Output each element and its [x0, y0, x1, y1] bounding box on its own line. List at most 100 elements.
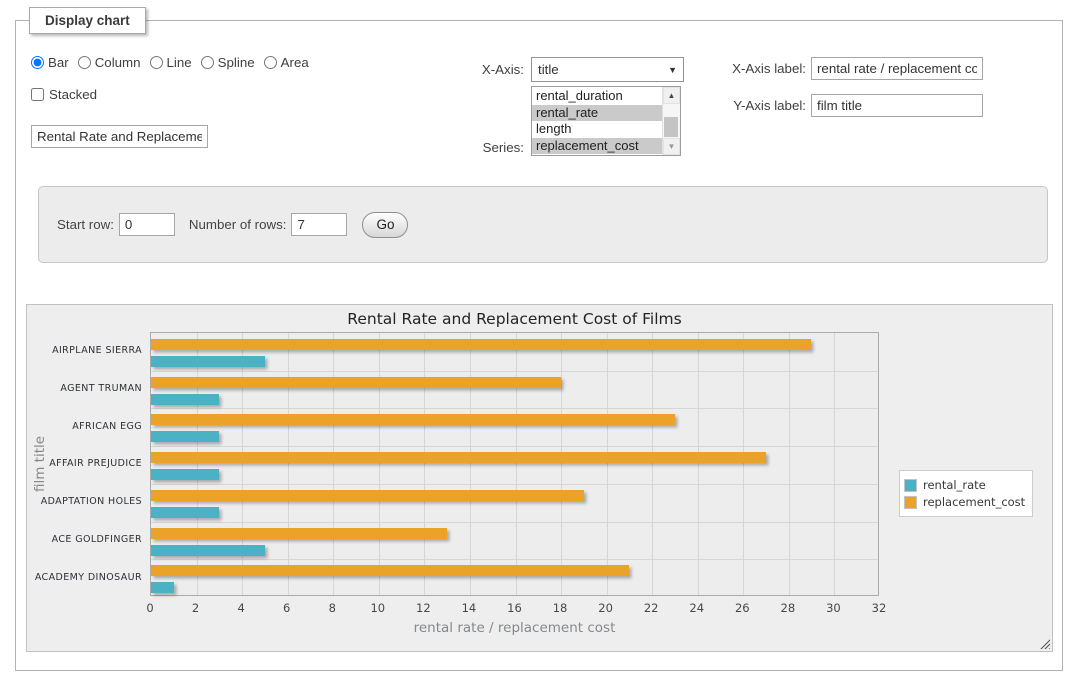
- gridline: [561, 333, 562, 595]
- x-tick-label: 10: [361, 601, 395, 615]
- x-tick-label: 4: [224, 601, 258, 615]
- gridline: [151, 522, 878, 523]
- y-axis-label-field-label: Y-Axis label:: [716, 98, 806, 113]
- x-axis-label-input[interactable]: [811, 57, 983, 80]
- x-tick-label: 20: [589, 601, 623, 615]
- gridline: [151, 371, 878, 372]
- series-scrollbar[interactable]: ▲ ▼: [662, 87, 680, 155]
- bar-replacement_cost: [151, 528, 447, 539]
- gridline: [789, 333, 790, 595]
- stacked-row: Stacked: [31, 87, 97, 102]
- series-option-length[interactable]: length: [532, 121, 663, 138]
- legend-label: replacement_cost: [923, 495, 1025, 509]
- plot-area: [150, 332, 879, 596]
- chart-type-radio-bar[interactable]: [31, 56, 44, 69]
- chart-type-bar: Bar: [31, 55, 69, 70]
- chart-container: Rental Rate and Replacement Cost of Film…: [26, 304, 1053, 652]
- chart-title: Rental Rate and Replacement Cost of Film…: [150, 310, 879, 328]
- chart-legend: rental_rate replacement_cost: [899, 470, 1033, 517]
- chart-type-line: Line: [150, 55, 192, 70]
- scroll-thumb[interactable]: [664, 117, 678, 137]
- bar-rental_rate: [151, 431, 219, 442]
- x-tick-label: 22: [634, 601, 668, 615]
- bar-rental_rate: [151, 545, 265, 556]
- gridline: [288, 333, 289, 595]
- x-tick-label: 18: [543, 601, 577, 615]
- bar-rental_rate: [151, 394, 219, 405]
- category-label: AFFAIR PREJUDICE: [27, 445, 142, 483]
- chart-type-column: Column: [78, 55, 141, 70]
- dropdown-arrow-icon: ▼: [668, 65, 677, 75]
- gridline: [516, 333, 517, 595]
- x-tick-label: 14: [452, 601, 486, 615]
- gridline: [698, 333, 699, 595]
- category-label: ACE GOLDFINGER: [27, 521, 142, 559]
- x-axis-title: rental rate / replacement cost: [150, 620, 879, 636]
- chart-type-label: Bar: [48, 55, 69, 70]
- chart-type-radio-spline[interactable]: [201, 56, 214, 69]
- gridline: [470, 333, 471, 595]
- series-option-rental_rate[interactable]: rental_rate: [532, 105, 663, 122]
- series-option-rental_duration[interactable]: rental_duration: [532, 88, 663, 105]
- gridline: [151, 408, 878, 409]
- chart-type-label: Column: [95, 55, 141, 70]
- go-button[interactable]: Go: [362, 212, 408, 238]
- gridline: [379, 333, 380, 595]
- category-label: AFRICAN EGG: [27, 407, 142, 445]
- chart-type-radio-column[interactable]: [78, 56, 91, 69]
- x-tick-label: 2: [179, 601, 213, 615]
- gridline: [151, 446, 878, 447]
- gridline: [652, 333, 653, 595]
- series-option-replacement_cost[interactable]: replacement_cost: [532, 138, 663, 155]
- bar-replacement_cost: [151, 377, 561, 388]
- start-row-input[interactable]: [119, 213, 175, 236]
- chart-type-label: Spline: [218, 55, 255, 70]
- legend-item: replacement_cost: [904, 495, 1025, 509]
- category-label: AGENT TRUMAN: [27, 370, 142, 408]
- x-axis-selected-value: title: [538, 62, 559, 77]
- chart-type-radio-area[interactable]: [264, 56, 277, 69]
- chart-type-radio-group: Bar Column Line Spline Area: [31, 55, 318, 70]
- legend-swatch: [904, 479, 917, 492]
- x-axis-select[interactable]: title ▼: [531, 57, 684, 82]
- rows-panel: Start row: Number of rows: Go: [38, 186, 1048, 263]
- gridline: [834, 333, 835, 595]
- chart-title-input[interactable]: [31, 125, 208, 148]
- x-tick-label: 6: [270, 601, 304, 615]
- x-axis-label-field-label: X-Axis label:: [716, 61, 806, 76]
- x-tick-label: 30: [816, 601, 850, 615]
- bar-replacement_cost: [151, 565, 629, 576]
- gridline: [607, 333, 608, 595]
- chart-type-spline: Spline: [201, 55, 255, 70]
- scroll-down-icon[interactable]: ▼: [663, 138, 680, 155]
- stacked-checkbox[interactable]: [31, 88, 44, 101]
- chart-type-radio-line[interactable]: [150, 56, 163, 69]
- x-axis-select-label: X-Axis:: [464, 62, 524, 77]
- bar-replacement_cost: [151, 339, 811, 350]
- chart-type-area: Area: [264, 55, 309, 70]
- category-label: ACADEMY DINOSAUR: [27, 558, 142, 596]
- scroll-up-icon[interactable]: ▲: [663, 87, 680, 104]
- gridline: [151, 559, 878, 560]
- series-label: Series:: [464, 140, 524, 155]
- bar-rental_rate: [151, 582, 174, 593]
- bar-replacement_cost: [151, 452, 766, 463]
- legend-swatch: [904, 496, 917, 509]
- chart-type-label: Area: [281, 55, 309, 70]
- num-rows-input[interactable]: [291, 213, 347, 236]
- x-tick-label: 12: [406, 601, 440, 615]
- num-rows-label: Number of rows:: [189, 217, 287, 232]
- stacked-label: Stacked: [49, 87, 97, 102]
- x-tick-label: 24: [680, 601, 714, 615]
- x-tick-label: 8: [315, 601, 349, 615]
- series-listbox[interactable]: rental_durationrental_ratelengthreplacem…: [531, 86, 681, 156]
- start-row-label: Start row:: [57, 217, 114, 232]
- x-tick-label: 32: [862, 601, 896, 615]
- gridline: [197, 333, 198, 595]
- resize-handle-icon[interactable]: [1039, 638, 1050, 649]
- chart-type-label: Line: [167, 55, 192, 70]
- legend-item: rental_rate: [904, 478, 1025, 492]
- x-tick-label: 0: [133, 601, 167, 615]
- bar-replacement_cost: [151, 490, 584, 501]
- y-axis-label-input[interactable]: [811, 94, 983, 117]
